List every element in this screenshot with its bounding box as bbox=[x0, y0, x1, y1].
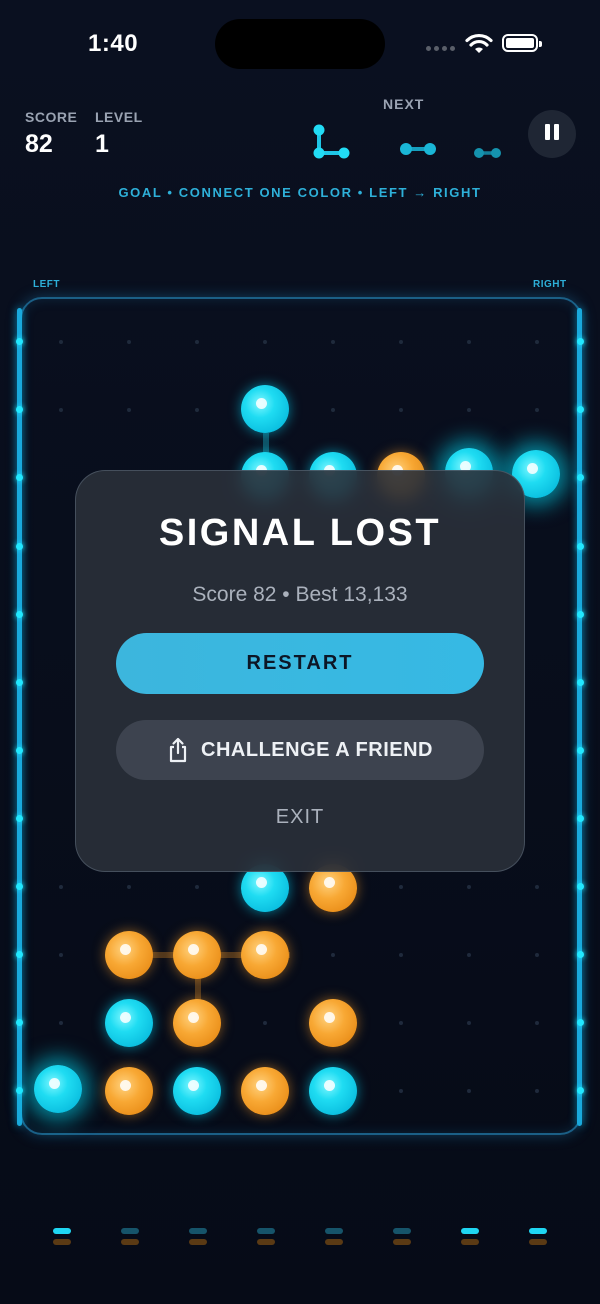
score-label: SCORE bbox=[25, 109, 78, 125]
challenge-friend-button[interactable]: CHALLENGE A FRIEND bbox=[116, 720, 484, 780]
cyan-node[interactable] bbox=[241, 385, 289, 433]
cyan-node-edge[interactable] bbox=[34, 1065, 82, 1113]
status-time: 1:40 bbox=[88, 30, 139, 57]
cyan-node[interactable] bbox=[309, 1067, 357, 1115]
orange-node[interactable] bbox=[309, 999, 357, 1047]
dialog-title: SIGNAL LOST bbox=[158, 512, 442, 554]
restart-button[interactable]: RESTART bbox=[116, 633, 484, 694]
orange-node[interactable] bbox=[105, 1067, 153, 1115]
orange-node[interactable] bbox=[241, 931, 289, 979]
orange-node[interactable] bbox=[105, 931, 153, 979]
score-summary: Score 82 • Best 13,133 bbox=[192, 583, 408, 606]
left-rail bbox=[17, 308, 22, 1126]
orange-node[interactable] bbox=[173, 931, 221, 979]
share-icon bbox=[169, 737, 187, 763]
cyan-node[interactable] bbox=[105, 999, 153, 1047]
battery-icon bbox=[502, 34, 542, 52]
exit-button[interactable]: EXIT bbox=[0, 806, 600, 829]
score-value: 82 bbox=[25, 130, 53, 158]
game-screen: 1:40 SCORE 82 LEVEL 1 NEXT GOAL • CONNEC… bbox=[0, 0, 600, 1304]
pause-button[interactable] bbox=[528, 110, 576, 158]
pause-icon bbox=[543, 123, 561, 145]
restart-button-label: RESTART bbox=[246, 652, 354, 674]
challenge-button-label: CHALLENGE A FRIEND bbox=[201, 738, 433, 761]
next-piece-3 bbox=[474, 148, 501, 158]
right-rail bbox=[577, 308, 582, 1126]
level-label: LEVEL bbox=[95, 109, 143, 125]
next-pieces-preview bbox=[313, 124, 501, 159]
next-piece-1 bbox=[313, 124, 350, 159]
wifi-icon bbox=[465, 33, 493, 53]
left-side-label: LEFT bbox=[33, 279, 60, 290]
orange-node[interactable] bbox=[173, 999, 221, 1047]
right-side-label: RIGHT bbox=[533, 279, 567, 290]
cellular-signal-icon bbox=[426, 46, 455, 51]
next-label: NEXT bbox=[383, 96, 425, 112]
goal-text: GOAL • CONNECT ONE COLOR • LEFT → RIGHT bbox=[118, 185, 482, 200]
next-piece-2 bbox=[400, 143, 436, 155]
cyan-node[interactable] bbox=[173, 1067, 221, 1115]
orange-node[interactable] bbox=[241, 1067, 289, 1115]
dynamic-island bbox=[215, 19, 385, 69]
level-value: 1 bbox=[95, 130, 109, 158]
